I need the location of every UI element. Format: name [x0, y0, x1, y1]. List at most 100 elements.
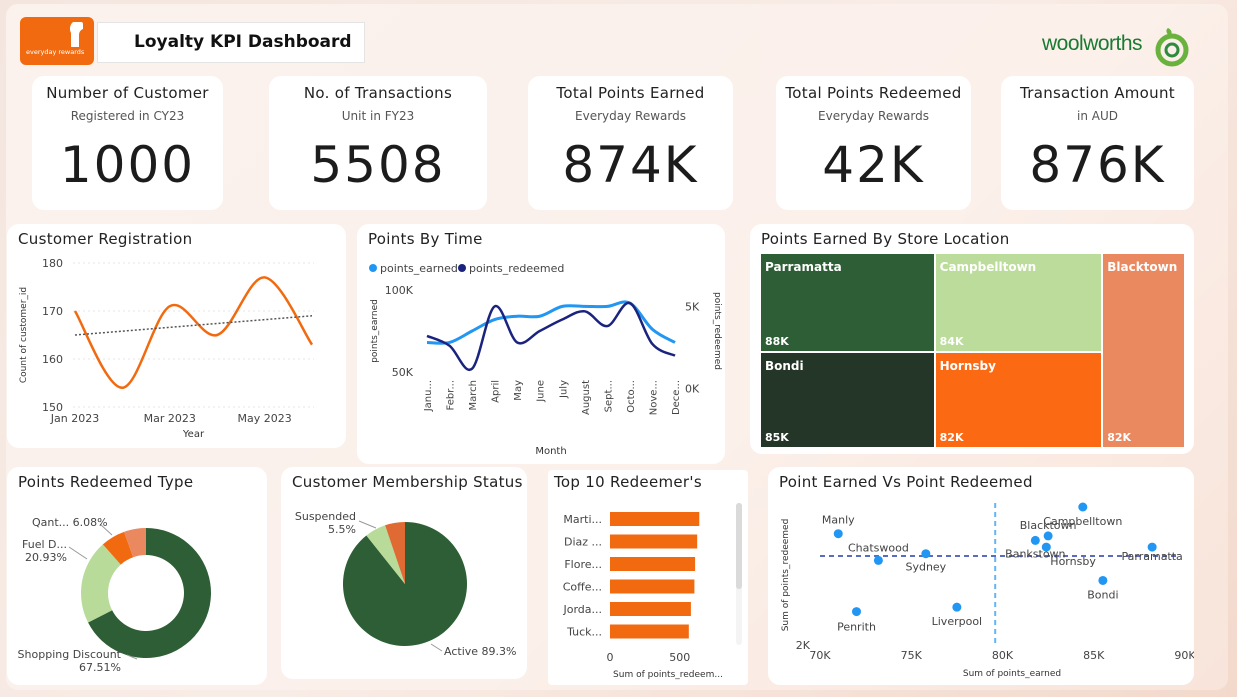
kpi-value: 874K — [562, 136, 699, 194]
bar-category-label: Tuck... — [566, 626, 602, 639]
scatter-point-label: Chatswood — [848, 541, 909, 554]
month-tick-label: March — [468, 380, 479, 410]
treemap-tile-value: 85K — [765, 430, 789, 444]
slice-label: Fuel D... — [22, 538, 67, 551]
x-tick-label: 90K — [1174, 649, 1194, 662]
bar-category-label: Coffe... — [563, 581, 602, 594]
month-tick-label: April — [491, 380, 502, 403]
x-axis-title: Sum of points_redeem... — [613, 670, 723, 680]
kpi-card-points-redeemed: Total Points Redeemed Everyday Rewards 4… — [776, 76, 971, 210]
y-axis-title: Count of customer_id — [19, 287, 29, 383]
bar-category-label: Jorda... — [562, 603, 602, 616]
treemap-tile-name: Blacktown — [1107, 260, 1178, 274]
treemap-tile-name: Campbelltown — [939, 260, 1037, 274]
chart-title: Points Earned By Store Location — [761, 230, 1010, 248]
right-tick-label: 5K — [685, 300, 700, 313]
scatter-point — [952, 602, 962, 612]
month-tick-label: July — [558, 380, 569, 399]
treemap-tile[interactable]: Blacktown 82K — [1103, 254, 1184, 447]
x-tick-label: 500 — [669, 651, 690, 664]
leader-line — [430, 643, 443, 652]
scatter-point-label: Hornsby — [1050, 555, 1096, 568]
everyday-rewards-logo: everyday rewards — [20, 17, 94, 65]
scatter-point — [873, 555, 883, 565]
brand-name: woolworths — [1042, 32, 1143, 55]
treemap-tile-value: 84K — [939, 335, 964, 349]
x-tick-label: Jan 2023 — [50, 412, 99, 425]
membership-card[interactable]: Customer Membership Status Active 89.3% S… — [281, 467, 527, 679]
y-tick-label: 180 — [42, 257, 63, 270]
rewards-logo-mark: everyday rewards — [26, 22, 85, 56]
slice-percent: 20.93% — [25, 551, 67, 564]
leader-line — [358, 520, 377, 529]
kpi-title: Total Points Earned — [556, 84, 705, 102]
points-by-time-card[interactable]: Points By Time points_earned points_redee… — [357, 224, 725, 464]
treemap-tile-name: Hornsby — [939, 359, 996, 374]
bar-category-label: Marti... — [563, 513, 602, 526]
top-redeemers-bar-chart: Marti... Diaz ... Flore... Coffe... Jorda...… — [562, 503, 742, 680]
slice-label: Qant... 6.08% — [32, 516, 108, 529]
kpi-subtitle: in AUD — [1077, 109, 1118, 123]
kpi-subtitle: Everyday Rewards — [575, 109, 686, 123]
kpi-value: 5508 — [310, 136, 446, 194]
bar — [610, 602, 691, 616]
membership-pie: Active 89.3% Suspended5.5% — [295, 510, 517, 658]
scrollbar-track — [736, 503, 742, 645]
right-axis-title: points_redeemed — [712, 292, 722, 370]
kpi-value: 1000 — [59, 136, 196, 194]
kpi-card-transaction-amount: Transaction Amount in AUD 876K — [1001, 76, 1194, 210]
scatter-point-label: Manly — [822, 514, 855, 527]
left-tick-label: 50K — [392, 366, 414, 379]
kpi-card-points-earned: Total Points Earned Everyday Rewards 874… — [528, 76, 733, 210]
scatter-chart: ManlyChatswoodSydneyPenrith LiverpoolCamp… — [781, 502, 1194, 679]
dashboard-title: Loyalty KPI Dashboard — [134, 32, 352, 52]
right-tick-label: 0K — [685, 382, 700, 395]
woolworths-leaf-icon — [1155, 28, 1189, 67]
scatter-point-label: Penrith — [837, 621, 876, 634]
registration-line — [73, 276, 314, 390]
treemap-tile[interactable]: Hornsby 82K — [935, 353, 1102, 447]
y-tick-label: 2K — [796, 639, 811, 652]
x-tick-label: Mar 2023 — [144, 412, 196, 425]
treemap-tile[interactable]: Bondi 85K — [761, 353, 934, 447]
series-points-earned — [426, 300, 676, 345]
treemap-tile[interactable]: Campbelltown 84K — [935, 254, 1102, 352]
legend-label: points_earned — [380, 262, 458, 275]
month-tick-label: Nove... — [648, 380, 659, 415]
woolworths-logo: woolworths — [1040, 28, 1195, 68]
month-tick-label: Janu... — [423, 380, 434, 412]
slice-percent: 5.5% — [328, 523, 356, 536]
x-axis-title: Month — [535, 446, 566, 457]
scatter-point — [852, 607, 861, 617]
kpi-subtitle: Unit in FY23 — [341, 109, 415, 123]
customer-registration-card[interactable]: Customer Registration 150 160 170 180 Jan 20… — [7, 224, 346, 448]
left-tick-label: 100K — [385, 284, 414, 297]
treemap-tile-value: 82K — [1107, 431, 1132, 444]
scatter-card[interactable]: Point Earned Vs Point Redeemed Manly Chat… — [768, 467, 1194, 685]
bar — [610, 534, 698, 549]
registration-chart: 150160170180Jan 2023 Mar 2023 May 2023Year… — [19, 257, 314, 440]
scatter-point-label: Parramatta — [1122, 550, 1183, 563]
bar — [610, 624, 689, 639]
redeemed-type-card[interactable]: Points Redeemed Type Shopping Discount 67… — [7, 467, 267, 685]
month-tick-label: June — [536, 380, 547, 403]
month-tick-label: Dece... — [671, 380, 682, 415]
store-location-card[interactable]: Points Earned By Store Location Parramat… — [750, 224, 1194, 454]
legend-label: points_redeemed — [469, 262, 564, 275]
kpi-card-customers: Number of Customer Registered in CY23 10… — [32, 76, 223, 210]
kpi-title: Total Points Redeemed — [785, 84, 962, 102]
bar — [610, 557, 696, 571]
treemap-tile[interactable]: Parramatta 88K — [761, 254, 934, 352]
x-axis-title: Sum of points_earned — [963, 669, 1061, 679]
scatter-point-label: Blacktown — [1020, 519, 1077, 532]
x-tick-label: 0 — [607, 651, 614, 664]
kpi-card-transactions: No. of Transactions Unit in FY23 5508 — [269, 76, 487, 210]
scatter-point — [1043, 531, 1053, 541]
treemap-tile-value: 82K — [939, 430, 964, 444]
x-tick-label: 75K — [901, 649, 923, 662]
x-tick-label: May 2023 — [237, 412, 291, 425]
scatter-point — [1098, 575, 1108, 585]
kpi-value: 876K — [1029, 136, 1166, 194]
kpi-title: No. of Transactions — [303, 84, 453, 102]
top-redeemers-card[interactable]: Top 10 Redeemer's Marti... Diaz ... Flore.… — [548, 470, 748, 685]
